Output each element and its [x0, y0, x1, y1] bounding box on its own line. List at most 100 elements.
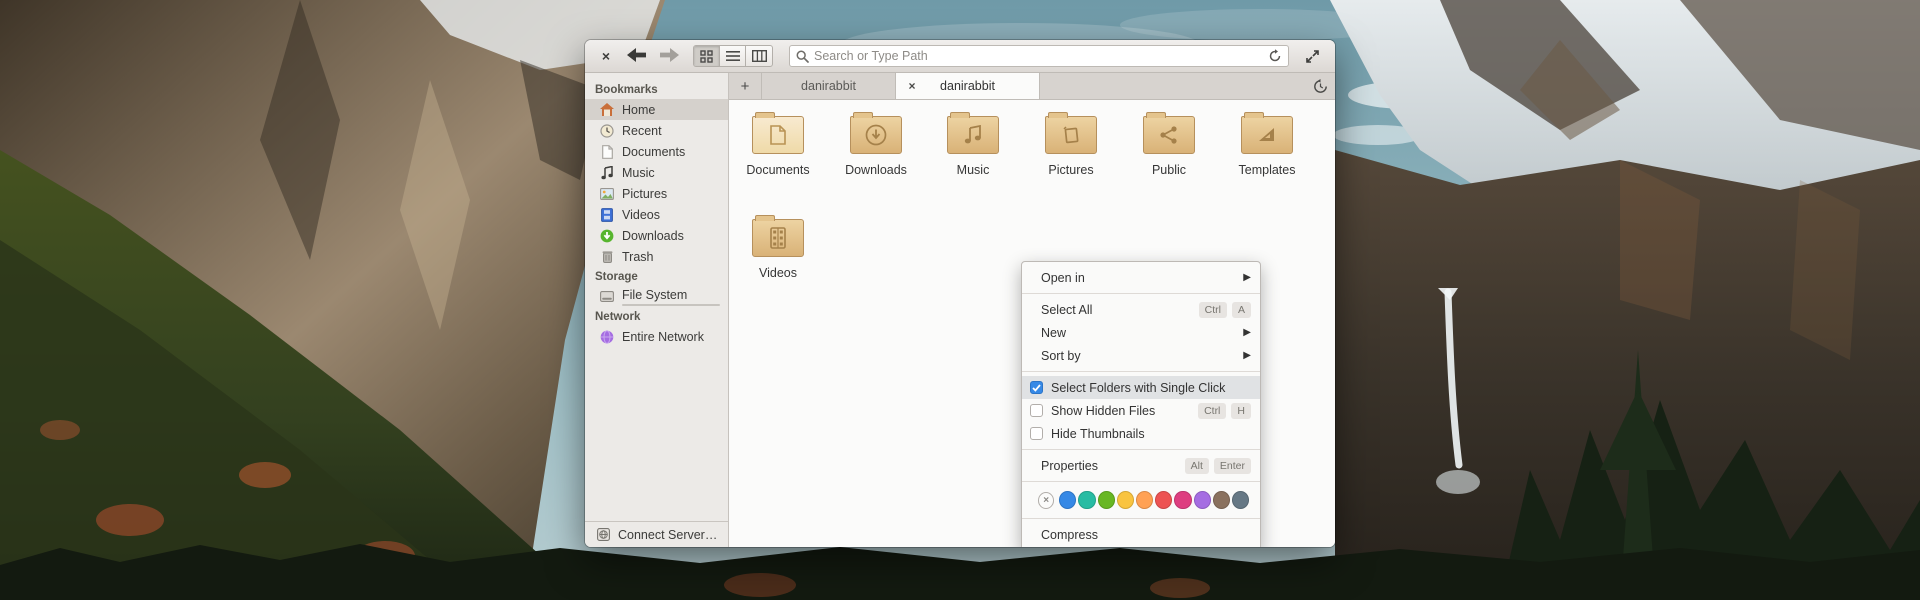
color-swatch-cocoa[interactable]: [1212, 491, 1230, 509]
list-view-button[interactable]: [720, 46, 746, 66]
tab-history-button[interactable]: [1305, 73, 1335, 99]
sidebar-item-label: Videos: [622, 207, 660, 222]
network-header: Network: [595, 311, 641, 323]
storage-usage-bar: [622, 303, 720, 306]
menu-item-open-in[interactable]: Open in ▶: [1022, 266, 1260, 289]
menu-item-show-hidden[interactable]: Show Hidden Files Ctrl H: [1022, 399, 1260, 422]
folder-pictures[interactable]: Pictures: [1023, 110, 1119, 177]
menu-item-label: Properties: [1041, 458, 1098, 473]
kbd-enter: Enter: [1213, 457, 1251, 474]
color-swatch-blueberry[interactable]: [1059, 491, 1077, 509]
search-icon: [796, 50, 809, 63]
sidebar-item-trash[interactable]: Trash: [585, 246, 728, 267]
folder-downloads[interactable]: Downloads: [828, 110, 924, 177]
column-view-button[interactable]: [746, 46, 772, 66]
home-icon: [599, 102, 615, 118]
recent-icon: [599, 123, 615, 139]
kbd-ctrl: Ctrl: [1198, 301, 1227, 318]
tab-danirabbit-active[interactable]: × danirabbit: [895, 73, 1040, 99]
templates-folder-icon: [1241, 112, 1293, 154]
sidebar-scroll: Bookmarks Home Recent Documents Music Pi…: [585, 73, 728, 521]
refresh-button[interactable]: [1268, 49, 1282, 63]
sidebar-item-label: Home: [622, 102, 656, 117]
color-swatch-bubblegum[interactable]: [1174, 491, 1192, 509]
color-swatch-strawberry[interactable]: [1155, 491, 1173, 509]
fullscreen-button[interactable]: [1301, 45, 1323, 67]
window-body: Bookmarks Home Recent Documents Music Pi…: [585, 73, 1335, 547]
sidebar-item-label: Documents: [622, 144, 686, 159]
menu-item-select-all[interactable]: Select All Ctrl A: [1022, 298, 1260, 321]
forward-arrow-icon: [660, 47, 679, 62]
menu-item-label: Select Folders with Single Click: [1051, 380, 1226, 395]
menu-item-label: Select All: [1041, 302, 1093, 317]
file-label: Templates: [1238, 163, 1296, 177]
color-swatch-orange[interactable]: [1136, 491, 1154, 509]
sidebar-item-file-system[interactable]: File System: [585, 286, 728, 307]
color-swatch-banana[interactable]: [1116, 491, 1134, 509]
clear-color-button[interactable]: ×: [1038, 491, 1055, 509]
sidebar-item-label: File System: [622, 287, 688, 302]
menu-item-label: Hide Thumbnails: [1051, 426, 1145, 441]
color-swatch-grape[interactable]: [1193, 491, 1211, 509]
folder-videos[interactable]: Videos: [730, 213, 826, 280]
documents-folder-icon: [752, 112, 804, 154]
menu-item-compress[interactable]: Compress: [1022, 523, 1260, 546]
menu-item-properties[interactable]: Properties Alt Enter: [1022, 454, 1260, 477]
sidebar-item-recent[interactable]: Recent: [585, 120, 728, 141]
pictures-icon: [599, 186, 615, 202]
sidebar-item-entire-network[interactable]: Entire Network: [585, 326, 728, 347]
videos-icon: [599, 207, 615, 223]
submenu-arrow-icon: ▶: [1243, 350, 1251, 361]
templates-emblem-icon: [1259, 128, 1274, 141]
tab-close-button[interactable]: ×: [904, 78, 920, 94]
sidebar-item-music[interactable]: Music: [585, 162, 728, 183]
back-button[interactable]: [627, 46, 647, 66]
menu-item-new[interactable]: New ▶: [1022, 321, 1260, 344]
menu-item-hide-thumbnails[interactable]: Hide Thumbnails: [1022, 422, 1260, 445]
menu-item-sort-by[interactable]: Sort by ▶: [1022, 344, 1260, 367]
window-close-button[interactable]: ×: [597, 47, 615, 65]
search-input[interactable]: [814, 49, 1268, 63]
folder-documents[interactable]: Documents: [730, 110, 826, 177]
sidebar-item-documents[interactable]: Documents: [585, 141, 728, 162]
sidebar: Bookmarks Home Recent Documents Music Pi…: [585, 73, 729, 547]
submenu-arrow-icon: ▶: [1243, 272, 1251, 283]
pictures-folder-icon: [1045, 112, 1097, 154]
menu-separator: [1022, 449, 1260, 450]
forward-button[interactable]: [659, 46, 679, 66]
new-tab-button[interactable]: +: [729, 73, 762, 99]
path-search-field[interactable]: [789, 45, 1289, 67]
color-swatch-slate[interactable]: [1231, 491, 1250, 509]
file-label: Public: [1151, 163, 1187, 177]
share-emblem-icon: [1160, 126, 1177, 144]
color-swatch-mint[interactable]: [1078, 491, 1096, 509]
kbd-ctrl: Ctrl: [1198, 402, 1227, 419]
file-label: Music: [956, 163, 990, 177]
sidebar-item-pictures[interactable]: Pictures: [585, 183, 728, 204]
music-emblem-icon: [964, 125, 981, 144]
view-switcher: [693, 45, 773, 67]
connect-server-button[interactable]: Connect Server…: [585, 521, 728, 547]
checkbox-unchecked-icon[interactable]: [1030, 427, 1043, 440]
menu-item-single-click[interactable]: Select Folders with Single Click: [1022, 376, 1260, 399]
menu-separator: [1022, 518, 1260, 519]
menu-item-label: Sort by: [1041, 348, 1081, 363]
checkbox-checked-icon[interactable]: [1030, 381, 1043, 394]
filmstrip-emblem-icon: [770, 227, 786, 249]
folder-public[interactable]: Public: [1121, 110, 1217, 177]
tab-danirabbit-inactive[interactable]: danirabbit: [762, 73, 895, 99]
grid-view-button[interactable]: [694, 46, 720, 66]
connect-server-icon: [595, 527, 611, 543]
menu-item-label: Open in: [1041, 270, 1085, 285]
folder-music[interactable]: Music: [925, 110, 1021, 177]
document-icon: [599, 144, 615, 160]
trash-icon: [599, 249, 615, 265]
sidebar-item-videos[interactable]: Videos: [585, 204, 728, 225]
sidebar-item-home[interactable]: Home: [585, 99, 728, 120]
folder-templates[interactable]: Templates: [1219, 110, 1315, 177]
file-label: Downloads: [845, 163, 907, 177]
color-swatch-lime[interactable]: [1097, 491, 1115, 509]
sidebar-item-downloads[interactable]: Downloads: [585, 225, 728, 246]
checkbox-unchecked-icon[interactable]: [1030, 404, 1043, 417]
menu-item-label: Compress: [1041, 527, 1098, 542]
